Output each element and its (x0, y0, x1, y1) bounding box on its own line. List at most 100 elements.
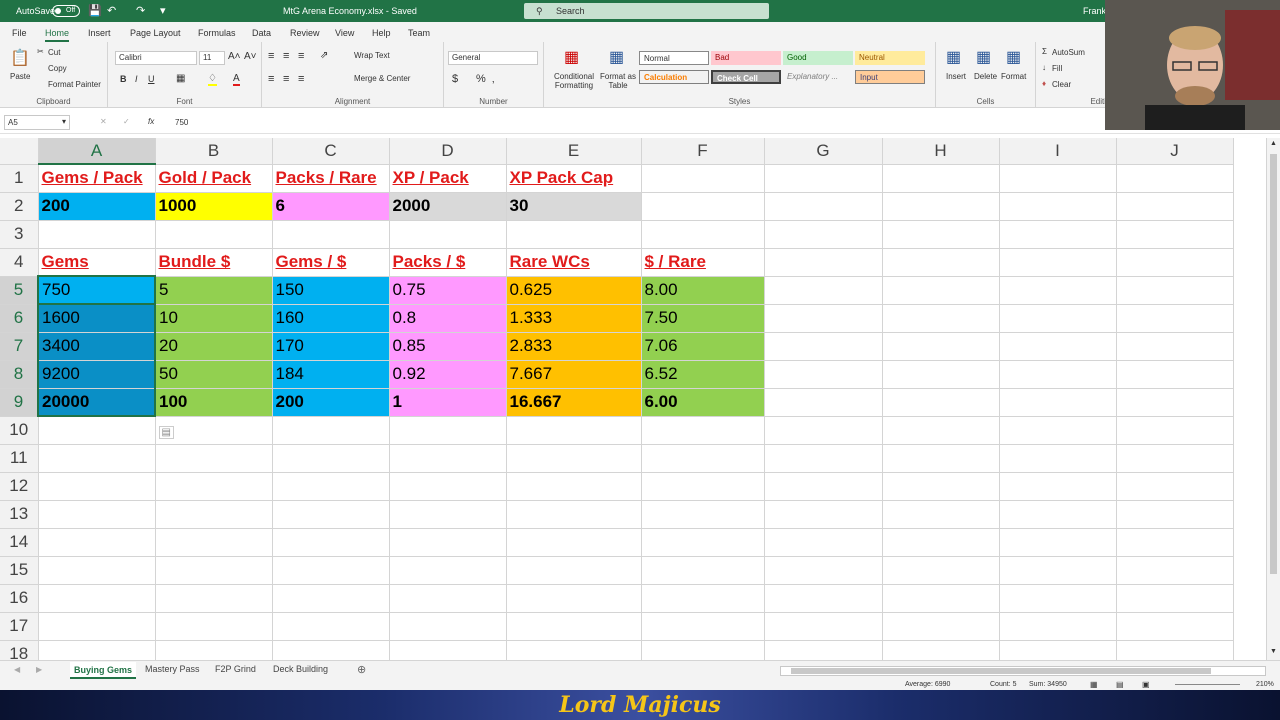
conditional-formatting-icon[interactable]: ▦ (564, 47, 579, 67)
style-normal[interactable]: Normal (639, 51, 709, 65)
cell[interactable] (764, 472, 883, 501)
select-all-corner[interactable] (0, 138, 39, 165)
row-header[interactable]: 13 (0, 500, 39, 529)
align-bottom-icon[interactable]: ≡ (298, 50, 304, 62)
cell-b4[interactable]: Bundle $ (155, 248, 273, 277)
cell[interactable] (389, 220, 507, 249)
name-box[interactable]: A5 (4, 115, 70, 130)
number-format-select[interactable]: General (448, 51, 538, 65)
cell-b2[interactable]: 1000 (155, 192, 273, 221)
cell[interactable] (999, 444, 1117, 473)
add-sheet-icon[interactable]: ⊕ (357, 663, 366, 676)
cell[interactable] (641, 556, 765, 585)
currency-icon[interactable]: $ (452, 73, 458, 85)
cell[interactable] (999, 248, 1117, 277)
cell[interactable] (506, 612, 642, 641)
cell[interactable] (764, 304, 883, 333)
cell[interactable] (38, 444, 156, 473)
cell-b6[interactable]: 10 (155, 304, 273, 333)
cell[interactable] (641, 500, 765, 529)
cell[interactable] (155, 500, 273, 529)
row-header[interactable]: 6 (0, 304, 39, 333)
cell-f5[interactable]: 8.00 (641, 276, 765, 305)
cell-c5[interactable]: 150 (272, 276, 390, 305)
style-neutral[interactable]: Neutral (855, 51, 925, 65)
delete-cells-button[interactable]: Delete (974, 72, 997, 81)
cell-b7[interactable]: 20 (155, 332, 273, 361)
cell[interactable] (155, 556, 273, 585)
cell-f7[interactable]: 7.06 (641, 332, 765, 361)
col-header-g[interactable]: G (764, 138, 883, 165)
cell-c4[interactable]: Gems / $ (272, 248, 390, 277)
cell[interactable] (155, 612, 273, 641)
tab-help[interactable]: Help (372, 28, 391, 38)
cell[interactable] (764, 584, 883, 613)
cell[interactable] (641, 472, 765, 501)
cell[interactable] (389, 556, 507, 585)
cell[interactable] (389, 444, 507, 473)
cell[interactable] (764, 192, 883, 221)
zoom-slider[interactable] (1175, 684, 1240, 685)
cell[interactable] (38, 472, 156, 501)
cell[interactable] (155, 584, 273, 613)
scroll-thumb[interactable] (1270, 154, 1277, 574)
page-break-view-icon[interactable]: ▣ (1142, 680, 1150, 689)
merge-center-button[interactable]: Merge & Center (354, 74, 410, 83)
cell[interactable] (999, 220, 1117, 249)
cell[interactable] (1116, 472, 1234, 501)
style-check-cell[interactable]: Check Cell (711, 70, 781, 84)
insert-function-icon[interactable]: fx (148, 117, 154, 126)
italic-icon[interactable]: I (135, 74, 138, 84)
cell[interactable] (764, 528, 883, 557)
sheet-tab-f2p-grind[interactable]: F2P Grind (215, 664, 256, 674)
conditional-formatting-button[interactable]: Conditional Formatting (552, 72, 596, 90)
cell[interactable] (389, 584, 507, 613)
formula-input[interactable]: 750 (175, 118, 188, 127)
cell[interactable] (882, 500, 1000, 529)
cell-e8[interactable]: 7.667 (506, 360, 642, 389)
cell-c1[interactable]: Packs / Rare (272, 164, 390, 193)
col-header-a[interactable]: A (38, 138, 156, 165)
cell[interactable] (389, 416, 507, 445)
cell[interactable] (999, 164, 1117, 193)
cell[interactable] (38, 556, 156, 585)
copy-button[interactable]: Copy (48, 64, 67, 73)
cell-a4[interactable]: Gems (38, 248, 156, 277)
autosum-button[interactable]: AutoSum (1052, 48, 1085, 57)
col-header-c[interactable]: C (272, 138, 390, 165)
tab-insert[interactable]: Insert (88, 28, 111, 38)
row-header[interactable]: 15 (0, 556, 39, 585)
prev-sheet-icon[interactable]: ◀ (14, 665, 20, 674)
row-header[interactable]: 14 (0, 528, 39, 557)
format-as-table-button[interactable]: Format as Table (599, 72, 637, 90)
delete-cells-icon[interactable]: ▦ (976, 47, 991, 67)
col-header-e[interactable]: E (506, 138, 642, 165)
horizontal-scroll-thumb[interactable] (791, 668, 1211, 674)
col-header-d[interactable]: D (389, 138, 507, 165)
col-header-j[interactable]: J (1116, 138, 1234, 165)
cell[interactable] (764, 164, 883, 193)
cell[interactable] (389, 472, 507, 501)
clear-icon[interactable]: ♦ (1042, 79, 1046, 88)
style-calculation[interactable]: Calculation (639, 70, 709, 84)
cell[interactable] (272, 584, 390, 613)
col-header-h[interactable]: H (882, 138, 1000, 165)
cell[interactable] (999, 360, 1117, 389)
cell[interactable] (155, 444, 273, 473)
cell-d9[interactable]: 1 (389, 388, 507, 417)
cell[interactable] (1116, 276, 1234, 305)
cell[interactable] (882, 360, 1000, 389)
cell-c8[interactable]: 184 (272, 360, 390, 389)
customize-toolbar-icon[interactable]: ▾ (160, 4, 166, 17)
grow-font-icon[interactable]: A˄ (228, 51, 241, 62)
row-header[interactable]: 16 (0, 584, 39, 613)
cell[interactable] (1116, 556, 1234, 585)
cell-c7[interactable]: 170 (272, 332, 390, 361)
sheet-tab-deck-building[interactable]: Deck Building (273, 664, 328, 674)
cell[interactable] (764, 640, 883, 660)
quick-analysis-icon[interactable]: ▤ (158, 426, 174, 439)
horizontal-scrollbar[interactable] (780, 666, 1266, 676)
cell[interactable] (999, 500, 1117, 529)
search-box[interactable]: ⚲ Search (524, 3, 769, 19)
cell-d6[interactable]: 0.8 (389, 304, 507, 333)
